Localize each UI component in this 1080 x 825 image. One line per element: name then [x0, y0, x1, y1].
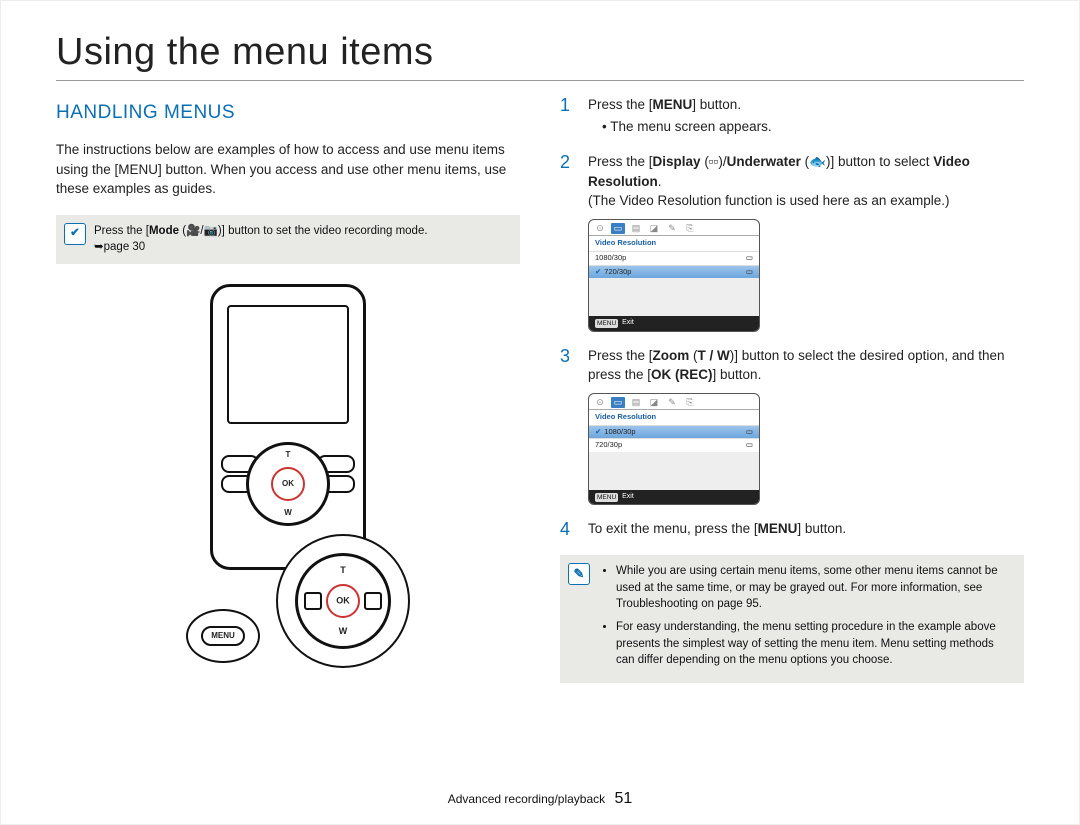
menu-background: [589, 452, 759, 490]
page-number: 51: [614, 790, 632, 807]
tips-note-box: ✎ While you are using certain menu items…: [560, 555, 1024, 683]
step-2: 2 Press the [Display (▫▫)/Underwater (🐟)…: [560, 152, 1024, 211]
title-rule: [56, 80, 1024, 81]
mode-note-box: ✔ Press the [Mode (🎥/📷)] button to set t…: [56, 215, 520, 264]
camcorder-outline: T W OK: [210, 284, 366, 570]
page-title: Using the menu items: [56, 31, 1024, 74]
tab-icon: ⊙: [593, 223, 607, 234]
step-body: Press the [MENU] button. The menu screen…: [588, 95, 1024, 146]
tab-icon: ✎: [665, 223, 679, 234]
callout-left-icon: [304, 592, 322, 610]
menu-exit-button-label: MENU: [595, 319, 618, 328]
menu-row: 1080/30p▭: [589, 251, 759, 265]
tab-icon: ▤: [629, 397, 643, 408]
tab-icon: ◪: [647, 397, 661, 408]
dpad-callout: T W OK: [276, 534, 410, 668]
dpad-ring: T W OK: [295, 553, 391, 649]
step-1: 1 Press the [MENU] button. The menu scre…: [560, 95, 1024, 146]
manual-page: Using the menu items HANDLING MENUS The …: [0, 0, 1080, 825]
step-body: Press the [Zoom (T / W)] button to selec…: [588, 346, 1024, 385]
hd-icon: ▭: [746, 440, 753, 451]
dpad-ok-label: OK: [282, 478, 294, 490]
hd-icon: ▭: [746, 267, 753, 278]
step-body: Press the [Display (▫▫)/Underwater (🐟)] …: [588, 152, 1024, 211]
two-column-layout: HANDLING MENUS The instructions below ar…: [56, 95, 1024, 699]
callout-w-label: W: [339, 625, 348, 638]
step-number: 1: [560, 95, 578, 146]
menu-exit-button-label: MENU: [595, 493, 618, 502]
step-number: 2: [560, 152, 578, 211]
page-footer: Advanced recording/playback 51: [1, 790, 1079, 808]
menu-screenshot-1: ⊙ ▭ ▤ ◪ ✎ ⎘ Video Resolution 1080/30p▭ ✔…: [588, 219, 760, 332]
step-body: To exit the menu, press the [MENU] butto…: [588, 519, 1024, 541]
check-icon: ✔: [64, 223, 86, 245]
tab-icon: ▤: [629, 223, 643, 234]
menu-title: Video Resolution: [589, 236, 759, 251]
hd-icon: ▭: [746, 427, 753, 438]
tip-item: For easy understanding, the menu setting…: [616, 619, 1014, 669]
tip-item: While you are using certain menu items, …: [616, 563, 1014, 613]
step-4: 4 To exit the menu, press the [MENU] but…: [560, 519, 1024, 541]
step-3: 3 Press the [Zoom (T / W)] button to sel…: [560, 346, 1024, 385]
check-icon: ✔: [595, 427, 601, 436]
pencil-icon: ✎: [568, 563, 590, 585]
menu-button-callout: MENU: [186, 609, 260, 663]
steps-list: 1 Press the [MENU] button. The menu scre…: [560, 95, 1024, 541]
tab-icon: ⎘: [683, 223, 697, 234]
tab-icon: ⊙: [593, 397, 607, 408]
menu-exit-label: Exit: [622, 318, 634, 328]
menu-tabs: ⊙ ▭ ▤ ◪ ✎ ⎘: [589, 220, 759, 236]
mode-note-text: Press the [Mode (🎥/📷)] button to set the…: [94, 223, 510, 256]
tab-icon: ◪: [647, 223, 661, 234]
tab-icon: ⎘: [683, 397, 697, 408]
dpad-w-label: W: [284, 507, 292, 519]
menu-tabs: ⊙ ▭ ▤ ◪ ✎ ⎘: [589, 394, 759, 410]
device-screen: [227, 305, 349, 424]
menu-footer: MENU Exit: [589, 490, 759, 504]
section-heading: HANDLING MENUS: [56, 99, 520, 127]
hd-icon: ▭: [746, 253, 753, 264]
callout-t-label: T: [340, 564, 346, 577]
menu-footer: MENU Exit: [589, 316, 759, 330]
callout-right-icon: [364, 592, 382, 610]
menu-exit-label: Exit: [622, 492, 634, 502]
step-1-bullet: The menu screen appears.: [602, 117, 1024, 137]
device-illustration: T W OK MENU T W OK: [56, 284, 520, 604]
tab-icon: ✎: [665, 397, 679, 408]
menu-background: [589, 278, 759, 316]
tab-icon-active: ▭: [611, 223, 625, 234]
tips-list: While you are using certain menu items, …: [598, 563, 1014, 669]
intro-paragraph: The instructions below are examples of h…: [56, 140, 520, 199]
menu-row: 720/30p▭: [589, 438, 759, 452]
left-column: HANDLING MENUS The instructions below ar…: [56, 95, 520, 699]
menu-button-label: MENU: [201, 626, 245, 646]
step-number: 3: [560, 346, 578, 385]
device-dpad: T W OK: [246, 442, 330, 526]
tab-icon-active: ▭: [611, 397, 625, 408]
menu-row-selected: ✔720/30p▭: [589, 265, 759, 279]
footer-section: Advanced recording/playback: [448, 792, 605, 806]
menu-screenshot-2: ⊙ ▭ ▤ ◪ ✎ ⎘ Video Resolution ✔1080/30p▭ …: [588, 393, 760, 506]
menu-row-selected: ✔1080/30p▭: [589, 425, 759, 439]
menu-title: Video Resolution: [589, 410, 759, 425]
callout-ok-label: OK: [336, 595, 350, 608]
right-column: 1 Press the [MENU] button. The menu scre…: [560, 95, 1024, 699]
check-icon: ✔: [595, 267, 601, 276]
step-number: 4: [560, 519, 578, 541]
dpad-t-label: T: [286, 449, 291, 461]
